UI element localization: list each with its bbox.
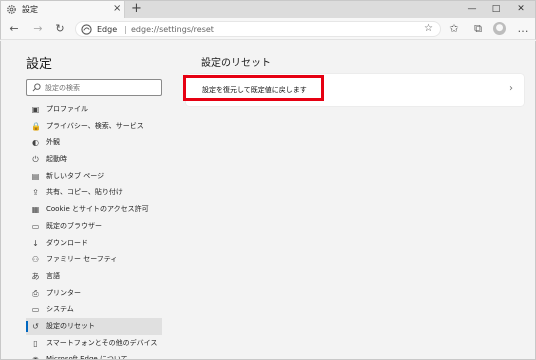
address-separator: | xyxy=(124,25,127,34)
address-brand: Edge xyxy=(97,25,118,34)
sidebar-item[interactable]: ▭ システム xyxy=(26,301,162,318)
more-menu-icon[interactable]: … xyxy=(516,22,530,36)
search-input[interactable] xyxy=(45,81,157,94)
tab-settings[interactable]: 設定 × xyxy=(1,1,125,19)
newtab-icon: ▤ xyxy=(31,171,40,181)
lock-icon: 🔒 xyxy=(31,121,41,131)
favorite-star-icon[interactable]: ☆ xyxy=(424,23,433,35)
sidebar-item-label: 設定のリセット xyxy=(46,321,95,330)
tab-close-button[interactable]: × xyxy=(113,2,121,16)
system-icon: ▭ xyxy=(31,305,40,315)
language-icon: あ xyxy=(31,271,40,281)
sidebar-item-label: プライバシー、検索、サービス xyxy=(46,121,144,130)
share-icon: ⇪ xyxy=(32,188,39,198)
sidebar-item-label: Cookie とサイトのアクセス許可 xyxy=(46,205,149,214)
sidebar-item[interactable]: ↺ 設定のリセット xyxy=(26,317,162,335)
profile-icon: ▣ xyxy=(31,105,40,114)
sidebar-item-label: 共有、コピー、貼り付け xyxy=(46,188,123,197)
appearance-icon: ◐ xyxy=(32,138,39,148)
sidebar-item[interactable]: 🔒 プライバシー、検索、サービス xyxy=(26,118,162,135)
sidebar-title: 設定 xyxy=(26,57,53,72)
chevron-right-icon: › xyxy=(509,83,513,94)
reset-icon: ↺ xyxy=(32,321,39,331)
sidebar-item-label: ファミリー セーフティ xyxy=(46,255,118,264)
power-icon: ⏻ xyxy=(32,155,39,165)
download-icon: ↓ xyxy=(32,238,39,248)
sidebar-item[interactable]: ⏻ 起動時 xyxy=(26,151,162,168)
sidebar-item[interactable]: ▯ スマートフォンとその他のデバイス xyxy=(26,335,162,352)
sidebar-item[interactable]: ▭ 既定のブラウザー xyxy=(26,218,162,235)
edge-logo-icon xyxy=(81,24,92,35)
sidebar-item-label: システム xyxy=(46,305,74,314)
window-close-button[interactable]: ✕ xyxy=(510,1,532,17)
sidebar-item[interactable]: あ言語 xyxy=(26,268,162,285)
browser-icon: ▭ xyxy=(31,221,40,231)
phone-icon: ▯ xyxy=(33,338,38,348)
sidebar-item-label: 起動時 xyxy=(46,155,67,164)
toolbar: ← → ↻ Edge | edge://settings/reset ☆ ✩ ⧉… xyxy=(0,18,536,40)
sidebar-item[interactable]: ⇪ 共有、コピー、貼り付け xyxy=(26,184,162,201)
sidebar-item[interactable]: ⚇ ファミリー セーフティ xyxy=(26,251,162,268)
forward-icon[interactable]: → xyxy=(31,22,45,36)
sidebar-item[interactable]: ↓ ダウンロード xyxy=(26,235,162,252)
address-url[interactable]: edge://settings/reset xyxy=(131,24,214,35)
profile-avatar-icon[interactable]: ● xyxy=(493,22,506,35)
new-tab-button[interactable]: + xyxy=(131,1,142,17)
sidebar-item[interactable]: ⎙ プリンター xyxy=(26,285,162,302)
maximize-button[interactable]: □ xyxy=(485,1,507,17)
sidebar-item[interactable]: ▤ 新しいタブ ページ xyxy=(26,168,162,185)
printer-icon: ⎙ xyxy=(32,288,39,298)
sidebar-item[interactable]: ▦ Cookie とサイトのアクセス許可 xyxy=(26,201,162,218)
tab-strip: 設定 × + — □ ✕ xyxy=(0,0,536,19)
collections-icon[interactable]: ⧉ xyxy=(471,22,485,36)
sidebar-item[interactable]: ▣ プロファイル xyxy=(26,101,162,118)
settings-search[interactable] xyxy=(26,79,162,96)
sidebar-nav: ▣ プロファイル 🔒 プライバシー、検索、サービス ◐ 外観 ⏻ 起動時 ▤ 新しいタブ ページ ⇪… xyxy=(26,101,162,360)
main-content: 設定のリセット 設定を復元して既定値に戻します › xyxy=(173,41,536,360)
tab-title: 設定 xyxy=(22,5,38,14)
sidebar-item-label: スマートフォンとその他のデバイス xyxy=(46,338,158,347)
gear-icon xyxy=(7,5,16,14)
refresh-icon[interactable]: ↻ xyxy=(53,22,67,36)
highlight-box xyxy=(183,75,324,101)
sidebar-item-label: 新しいタブ ページ xyxy=(46,171,105,180)
family-icon: ⚇ xyxy=(31,255,40,265)
sidebar-item-label: ダウンロード xyxy=(46,238,88,247)
cookie-icon: ▦ xyxy=(31,205,40,215)
sidebar-item-label: 外観 xyxy=(46,138,60,147)
address-bar[interactable]: Edge | edge://settings/reset ☆ xyxy=(75,21,441,37)
search-icon xyxy=(32,83,41,92)
sidebar-item-label: 言語 xyxy=(46,271,60,280)
sidebar-item-label: 既定のブラウザー xyxy=(46,221,102,230)
settings-sidebar: 設定 ▣ プロファイル 🔒 プライバシー、検索、サービス ◐ 外観 ⏻ 起動時 ▤ 新しいタブ ペ… xyxy=(0,41,173,360)
sidebar-item-label: プリンター xyxy=(46,288,81,297)
back-icon[interactable]: ← xyxy=(7,22,21,36)
sidebar-item[interactable]: ◐ 外観 xyxy=(26,134,162,151)
page-title: 設定のリセット xyxy=(201,58,271,69)
minimize-button[interactable]: — xyxy=(461,1,483,17)
sidebar-item-label: プロファイル xyxy=(46,105,88,113)
favorites-icon[interactable]: ✩ xyxy=(447,22,461,36)
